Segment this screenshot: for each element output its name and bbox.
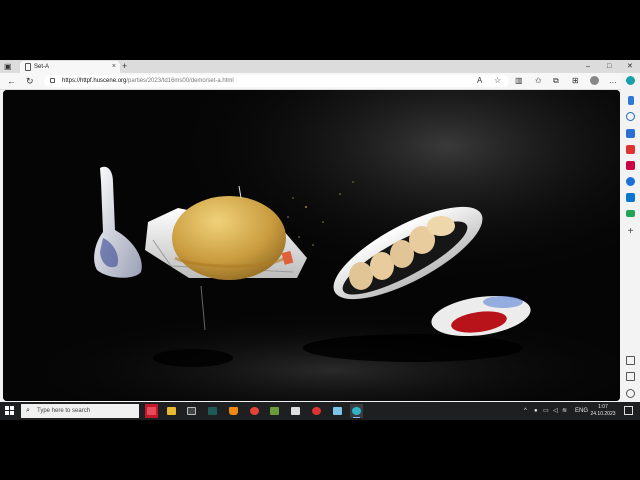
terminal-icon[interactable] [185,404,198,418]
clock-date: 24.10.2023 [590,411,616,417]
page-favicon-icon [25,63,31,71]
open-external-icon[interactable] [626,372,635,381]
edge-sidebar: + [621,73,640,402]
windows-taskbar: ⌕ Type here to search ^ ● ▭ ◁ ≋ ENG 1:07… [0,402,640,420]
food-scene [3,90,620,401]
shopping-icon[interactable] [626,129,635,138]
address-bar[interactable]: https://httpf.huscene.org/parties/2023/t… [44,75,509,87]
extensions-icon[interactable]: ⊞ [572,75,579,87]
lock-icon[interactable] [50,78,55,83]
url-text[interactable]: https://httpf.huscene.org/parties/2023/t… [62,75,234,87]
new-tab-button[interactable]: + [122,61,127,72]
taskbar-search-box[interactable]: ⌕ Type here to search [21,404,139,418]
browser-tab-strip: ▣ Set-A × + – □ ✕ [0,60,640,73]
speaker-icon[interactable]: ◁ [553,402,558,420]
favorite-star-icon[interactable]: ☆ [494,75,501,87]
settings-gear-icon[interactable] [626,389,635,398]
add-sidebar-app-icon[interactable]: + [626,227,635,237]
tab-actions-icon[interactable]: ▣ [4,62,14,71]
desktop-screen: ▣ Set-A × + – □ ✕ ← ↻ https://httpf.husc… [0,60,640,420]
rice-shadow [153,349,233,367]
read-aloud-icon[interactable]: A [477,75,482,87]
search-placeholder: Type here to search [37,408,91,414]
maximize-button[interactable]: □ [607,61,611,72]
system-clock[interactable]: 1:07 24.10.2023 [586,404,620,418]
refresh-icon[interactable]: ↻ [26,75,34,87]
plate-shadow [303,334,523,362]
microphone-icon[interactable]: ● [534,402,538,420]
vectorworks-icon[interactable] [206,404,219,418]
games-app-icon[interactable] [289,404,302,418]
close-tab-icon[interactable]: × [112,62,116,72]
other-app-icon[interactable] [268,404,281,418]
vlc-icon[interactable] [227,404,240,418]
search-icon[interactable] [626,112,635,121]
start-windows-icon[interactable] [5,406,15,416]
wifi-icon[interactable]: ≋ [562,402,567,420]
tab-title: Set-A [34,64,50,70]
notification-center-icon[interactable] [624,406,633,415]
browser-toolbar: ← ↻ https://httpf.huscene.org/parties/20… [0,73,640,90]
close-window-button[interactable]: ✕ [627,61,633,72]
file-explorer-icon[interactable] [165,404,178,418]
clock-time: 1:07 [598,404,608,410]
drop-icon[interactable] [626,210,635,217]
notepad-icon[interactable] [331,404,344,418]
minimize-button[interactable]: – [586,61,590,72]
show-hidden-icons[interactable]: ^ [524,402,527,420]
search-icon: ⌕ [26,407,30,414]
back-arrow-icon[interactable]: ← [7,75,16,87]
page-viewport[interactable] [3,90,620,401]
recorder-icon[interactable] [310,404,323,418]
favorites-icon[interactable]: ✩ [535,75,542,87]
sidebar-split-icon[interactable] [626,356,635,365]
edge-icon[interactable] [350,404,363,418]
games-icon[interactable] [626,161,635,170]
microsoft-365-icon[interactable] [626,177,635,186]
vivaldi-red-app-icon[interactable] [145,404,158,418]
tools-icon[interactable] [626,145,635,154]
chrome-icon[interactable] [248,404,261,418]
browser-tab[interactable]: Set-A × [20,61,120,73]
display-icon[interactable]: ▭ [543,402,549,420]
copilot-icon[interactable] [626,76,635,85]
split-screen-icon[interactable]: ▥ [515,75,523,87]
profile-avatar[interactable] [590,76,599,85]
outlook-icon[interactable] [626,193,635,202]
collections-icon[interactable]: ⧉ [553,75,559,87]
notifications-bell-icon[interactable] [628,96,634,105]
more-menu-icon[interactable]: … [609,75,617,87]
